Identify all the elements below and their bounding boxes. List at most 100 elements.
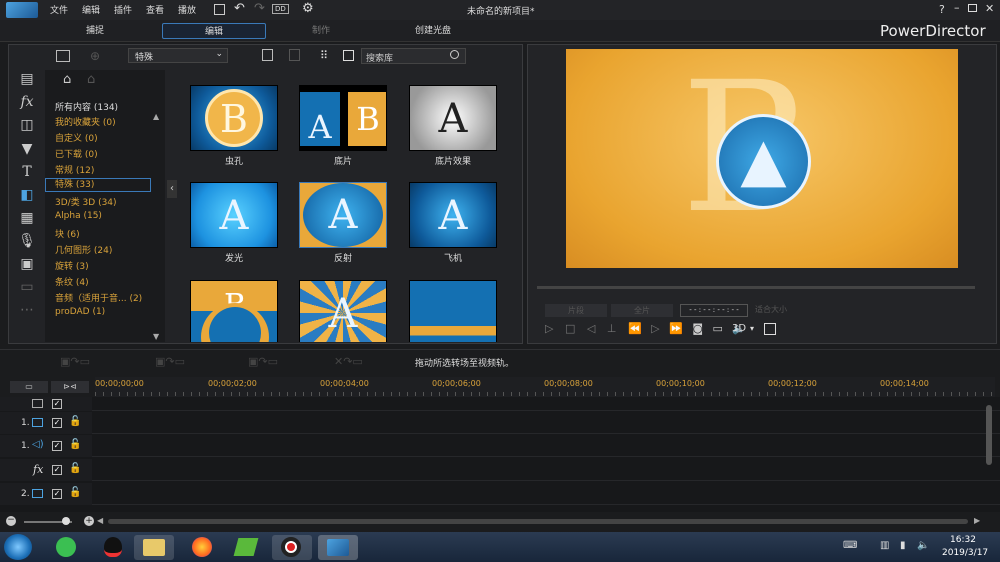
crop-icon[interactable]: ▣↷▭	[248, 355, 278, 368]
transition-tile[interactable]: A 发光	[190, 182, 278, 264]
timeline-ruler[interactable]: 00;00;00;00 00;00;02;00 00;00;04;00 00;0…	[95, 377, 995, 397]
track-enable-checkbox[interactable]: ✓	[52, 441, 62, 451]
grid-view-icon[interactable]: ⠿	[320, 49, 328, 62]
menu-view[interactable]: 查看	[146, 3, 164, 16]
menu-file[interactable]: 文件	[50, 3, 68, 16]
zoom-out-icon[interactable]: −	[6, 516, 16, 526]
transition-tile[interactable]: B	[190, 280, 278, 342]
gear-icon[interactable]: ⚙	[302, 1, 314, 16]
tray-usb-icon[interactable]: ▥	[880, 540, 889, 551]
redo-icon[interactable]: ↷	[254, 1, 265, 16]
taskbar-app-camtasia[interactable]	[226, 535, 266, 560]
save-icon[interactable]	[214, 4, 225, 15]
minimize-icon[interactable]: –	[954, 1, 960, 14]
trim-icon[interactable]: ▣↷▭	[155, 355, 185, 368]
modify-icon[interactable]: ▣↷▭	[60, 355, 90, 368]
close-icon[interactable]: ✕	[985, 2, 994, 15]
category-item[interactable]: 块 (6)	[55, 227, 80, 240]
category-item[interactable]: 常规 (12)	[55, 163, 94, 176]
fit-dropdown[interactable]: 适合大小	[755, 304, 787, 315]
category-item[interactable]: 音频（适用于音... (2)	[55, 291, 142, 304]
lock-icon[interactable]: 🔓	[69, 439, 81, 450]
search-box[interactable]: 搜索库	[361, 48, 466, 64]
transition-tile[interactable]: A 反射	[299, 182, 387, 264]
transition-tile[interactable]: A	[299, 280, 387, 342]
chapter-room-icon[interactable]: ▣	[18, 255, 36, 273]
subtitle-room-icon[interactable]: ▭	[18, 278, 36, 296]
category-item[interactable]: 条纹 (4)	[55, 275, 89, 288]
taskbar-app-360[interactable]	[46, 535, 86, 560]
tab-capture[interactable]: 捕捉	[50, 23, 140, 39]
timecode-format-button[interactable]: DD	[272, 4, 289, 14]
transition-tile[interactable]: A 底片效果	[409, 85, 497, 167]
start-button[interactable]	[4, 534, 32, 560]
transition-tile[interactable]	[409, 280, 497, 342]
category-item[interactable]: Alpha (15)	[55, 211, 102, 221]
zoom-slider-handle[interactable]	[62, 517, 70, 525]
particle-room-icon[interactable]: ▼	[18, 140, 36, 158]
add-tag-icon[interactable]: ⌂	[63, 72, 71, 87]
restore-icon[interactable]	[968, 4, 977, 12]
lock-icon[interactable]: 🔓	[69, 487, 81, 498]
transition-tile[interactable]: B 虫孔	[190, 85, 278, 167]
search-icon[interactable]	[450, 50, 459, 59]
track-enable-checkbox[interactable]: ✓	[52, 418, 62, 428]
undock-icon[interactable]	[764, 323, 776, 335]
menu-plugins[interactable]: 插件	[114, 3, 132, 16]
track-enable-checkbox[interactable]: ✓	[52, 465, 62, 475]
remove-tag-icon[interactable]: ⌂	[87, 72, 95, 87]
timeline-hscrollbar[interactable]	[108, 519, 968, 524]
undo-icon[interactable]: ↶	[234, 1, 245, 16]
tab-produce[interactable]: 制作	[276, 23, 366, 39]
menu-play[interactable]: 播放	[178, 3, 196, 16]
lock-icon[interactable]: 🔓	[69, 463, 81, 474]
category-dropdown[interactable]: 特殊 ⌄	[128, 48, 228, 63]
fast-forward-icon[interactable]: ⏩	[669, 322, 683, 335]
category-scroll-up-icon[interactable]: ▲	[153, 112, 159, 121]
category-item[interactable]: 自定义 (0)	[55, 131, 98, 144]
snapshot-icon[interactable]: ◙	[692, 322, 703, 335]
storyboard-view-button[interactable]: ⊳⊲	[51, 381, 89, 393]
track-enable-checkbox[interactable]: ✓	[52, 489, 62, 499]
transition-tile[interactable]: A B 底片	[299, 85, 387, 167]
lock-icon[interactable]: 🔓	[69, 416, 81, 427]
timeline-vscrollbar[interactable]	[986, 405, 992, 465]
resize-icon[interactable]	[343, 50, 354, 61]
movie-mode-button[interactable]: 全片	[611, 304, 673, 317]
pip-room-icon[interactable]: ◫	[18, 116, 36, 134]
clip-mode-button[interactable]: 片段	[545, 304, 607, 317]
tab-create-disc[interactable]: 创建光盘	[388, 23, 478, 39]
tray-network-icon[interactable]: ▮	[900, 540, 906, 551]
clock-time[interactable]: 16:32	[950, 535, 976, 545]
split-icon[interactable]: ⊥	[607, 322, 617, 335]
import-icon[interactable]	[56, 50, 70, 62]
3d-mode-button[interactable]: 3D	[732, 323, 746, 334]
media-room-icon[interactable]: ▤	[18, 70, 36, 88]
fix-enhance-icon[interactable]: ✕↷▭	[334, 355, 363, 368]
globe-icon[interactable]: ⊕	[90, 49, 100, 63]
category-item-selected[interactable]: 特殊 (33)	[45, 178, 151, 192]
rewind-icon[interactable]: ⏪	[628, 322, 642, 335]
track-row[interactable]: fx ✓ 🔓	[0, 459, 1000, 481]
preview-progress-bar[interactable]	[537, 286, 975, 289]
timecode-display[interactable]: - - : - - : - - : - -	[680, 304, 748, 317]
scroll-left-icon[interactable]: ◀	[97, 516, 103, 525]
help-icon[interactable]: ?	[939, 3, 945, 16]
next-frame-icon[interactable]: ▷	[651, 322, 659, 335]
transition-tile[interactable]: A 飞机	[409, 182, 497, 264]
stop-icon[interactable]: □	[565, 322, 575, 335]
more-icon[interactable]: ⋯	[18, 301, 36, 319]
scroll-right-icon[interactable]: ▶	[974, 516, 980, 525]
display-icon[interactable]: ▭	[713, 322, 723, 335]
taskbar-app-recorder[interactable]	[272, 535, 312, 560]
category-item[interactable]: proDAD (1)	[55, 307, 105, 317]
add-to-favorites-icon[interactable]	[289, 49, 300, 61]
voiceover-icon[interactable]: 🎙	[18, 232, 36, 250]
category-item[interactable]: 3D/类 3D (34)	[55, 195, 117, 208]
menu-edit[interactable]: 编辑	[82, 3, 100, 16]
category-item[interactable]: 我的收藏夹 (0)	[55, 115, 116, 128]
track-row[interactable]: 1. ✓ 🔓	[0, 412, 1000, 434]
category-item[interactable]: 几何图形 (24)	[55, 243, 112, 256]
add-to-timeline-icon[interactable]	[262, 49, 273, 61]
category-item[interactable]: 已下载 (0)	[55, 147, 98, 160]
